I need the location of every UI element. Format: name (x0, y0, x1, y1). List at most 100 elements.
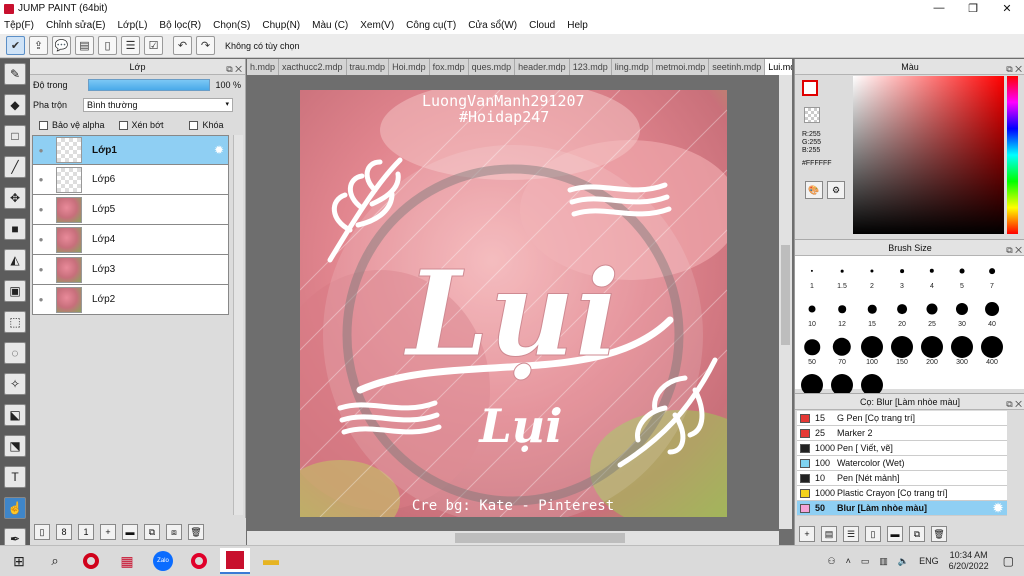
tab-document[interactable]: 123.mdp (570, 59, 612, 75)
hue-slider[interactable] (1007, 76, 1018, 234)
tab-document[interactable]: trau.mdp (347, 59, 390, 75)
subtool-menu-icon[interactable]: ▤ (821, 526, 837, 542)
select-pen-icon[interactable]: ⬕ (4, 404, 26, 426)
layer-row[interactable]: ● Lớp2 (32, 285, 229, 315)
layer-row[interactable]: ● Lớp5 (32, 195, 229, 225)
chevron-up-icon[interactable]: ˄ (846, 556, 851, 566)
menu-file[interactable]: Tệp(F) (4, 20, 34, 31)
new-8bit-layer-icon[interactable]: 8 (56, 523, 72, 540)
alpha-protect-checkbox[interactable] (39, 120, 48, 130)
lock-checkbox[interactable] (189, 120, 199, 130)
document-icon[interactable]: ▯ (98, 36, 117, 55)
close-button[interactable]: ✕ (990, 2, 1024, 15)
redo-icon[interactable]: ↷ (196, 36, 215, 55)
canvas[interactable]: LuongVanManh291207 #Hoidap247 Lụi Lụi Cr… (300, 90, 727, 517)
visibility-icon[interactable]: ● (33, 265, 49, 274)
brush-size-option[interactable]: 50 (797, 334, 827, 368)
speech-bubble-icon[interactable]: 💬 (52, 36, 71, 55)
minimize-button[interactable]: — (922, 2, 956, 15)
palette-settings-icon[interactable]: ⚙ (827, 181, 845, 199)
tab-document[interactable]: metmoi.mdp (653, 59, 710, 75)
subtool-item[interactable]: 50 Blur [Làm nhòe màu] ✹ (797, 501, 1007, 516)
brush-size-option[interactable]: 150 (887, 334, 917, 368)
new-1bit-layer-icon[interactable]: 1 (78, 523, 94, 540)
visibility-icon[interactable]: ● (33, 175, 49, 184)
trash-icon[interactable]: 🗑 (188, 523, 204, 540)
tab-document[interactable]: seetinh.mdp (709, 59, 766, 75)
subtool-item[interactable]: 15 G Pen [Cọ trang trí] (797, 411, 1007, 426)
subtool-folder-icon[interactable]: ▬ (887, 526, 903, 542)
add-layer-menu-icon[interactable]: + (100, 523, 116, 540)
menu-window[interactable]: Cửa sổ(W) (468, 20, 517, 31)
brush-size-option[interactable]: 400 (977, 334, 1007, 368)
panel-close-icon[interactable]: ⧉ ✕ (1006, 396, 1022, 412)
text-tool-icon[interactable]: T (4, 466, 26, 488)
layer-row[interactable]: ● Lớp6 (32, 165, 229, 195)
panel-close-icon[interactable]: ⧉ ✕ (1006, 242, 1022, 258)
check-icon[interactable]: ✔ (6, 36, 25, 55)
move-tool-icon[interactable]: ✥ (4, 187, 26, 209)
language-indicator[interactable]: ENG (919, 556, 939, 566)
brush-size-option[interactable]: 5 (947, 258, 977, 292)
layer-row[interactable]: ● Lớp4 (32, 225, 229, 255)
menu-filter[interactable]: Bộ lọc(R) (159, 20, 201, 31)
brush-size-option[interactable]: 15 (857, 296, 887, 330)
brush-size-option[interactable]: 2 (857, 258, 887, 292)
menu-cloud[interactable]: Cloud (529, 20, 555, 31)
brush-size-option[interactable]: 1.5 (827, 258, 857, 292)
foreground-color-swatch[interactable] (802, 80, 818, 96)
visibility-icon[interactable]: ● (33, 235, 49, 244)
horizontal-scrollbar[interactable] (247, 531, 779, 545)
new-layer-icon[interactable]: ▯ (34, 523, 50, 540)
select-eraser-icon[interactable]: ⬔ (4, 435, 26, 457)
windows-start-icon[interactable]: ⊞ (4, 548, 34, 574)
menu-tools[interactable]: Công cụ(T) (406, 20, 456, 31)
hand-tool-icon[interactable]: ☝ (4, 497, 26, 519)
gear-icon[interactable]: ✹ (214, 143, 224, 157)
menu-view[interactable]: Xem(V) (360, 20, 394, 31)
tab-active-document[interactable]: Lui.mdp (765, 59, 792, 75)
visibility-icon[interactable]: ● (33, 295, 49, 304)
brush-size-option[interactable]: 10 (797, 296, 827, 330)
menu-edit[interactable]: Chỉnh sửa(E) (46, 20, 106, 31)
opera-gx-icon[interactable] (184, 548, 214, 574)
brush-size-option[interactable]: 7 (977, 258, 1007, 292)
checklist-icon[interactable]: ☑ (144, 36, 163, 55)
opera-icon[interactable] (76, 548, 106, 574)
export-icon[interactable]: ⇪ (29, 36, 48, 55)
clipping-checkbox[interactable] (118, 120, 128, 130)
tab-document[interactable]: Hoi.mdp (389, 59, 430, 75)
app-grid-icon[interactable]: ▦ (112, 548, 142, 574)
brush-size-option[interactable]: 30 (947, 296, 977, 330)
merge-icon[interactable]: ⧈ (166, 523, 182, 540)
menu-help[interactable]: Help (567, 20, 588, 31)
tab-document[interactable]: h.mdp (247, 59, 280, 75)
note-icon[interactable]: ▤ (75, 36, 94, 55)
notification-icon[interactable]: ▢ (1003, 554, 1014, 568)
blend-mode-select[interactable]: Bình thường ▾ (83, 98, 234, 112)
brush-size-option[interactable]: 1 (797, 258, 827, 292)
transparent-swatch[interactable] (804, 107, 820, 123)
file-explorer-icon[interactable]: ▬ (256, 548, 286, 574)
brush-size-option[interactable]: 12 (827, 296, 857, 330)
tab-document[interactable]: xacthucc2.mdp (279, 59, 347, 75)
clock[interactable]: 10:34 AM 6/20/2022 (949, 550, 989, 572)
restore-button[interactable]: ❐ (956, 2, 990, 15)
layer-scrollbar[interactable] (233, 135, 243, 515)
brush-size-option[interactable]: 40 (977, 296, 1007, 330)
subtool-item[interactable]: 10 Pen [Nét mảnh] (797, 471, 1007, 486)
menu-select[interactable]: Chọn(S) (213, 20, 250, 31)
subtool-duplicate-icon[interactable]: ⧉ (909, 526, 925, 542)
brush-size-option[interactable]: 100 (857, 334, 887, 368)
subtool-list-icon[interactable]: ☰ (843, 526, 859, 542)
eraser-tool-icon[interactable]: ◆ (4, 94, 26, 116)
subtool-item[interactable]: 1000 Plastic Crayon [Cọ trang trí] (797, 486, 1007, 501)
rect-select-icon[interactable]: ⬚ (4, 311, 26, 333)
brush-size-option[interactable]: 25 (917, 296, 947, 330)
undo-icon[interactable]: ↶ (173, 36, 192, 55)
tab-document[interactable]: ling.mdp (612, 59, 653, 75)
tab-document[interactable]: header.mdp (515, 59, 570, 75)
gradient-tool-icon[interactable]: ▣ (4, 280, 26, 302)
tab-document[interactable]: fox.mdp (430, 59, 469, 75)
network-icon[interactable]: ▥ (879, 556, 888, 567)
